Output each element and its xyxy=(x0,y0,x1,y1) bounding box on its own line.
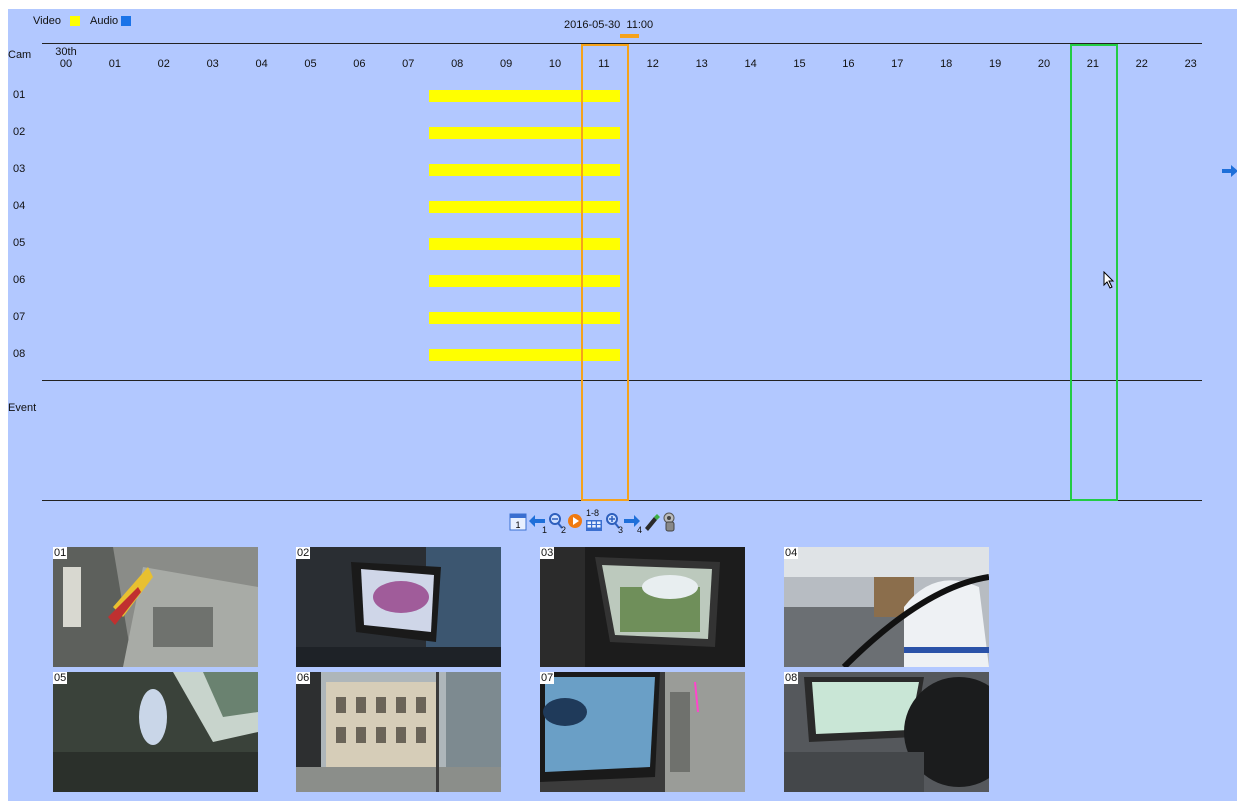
cam-label-07: 07 xyxy=(13,311,26,323)
tools-icon xyxy=(663,512,675,532)
camera-thumbnail-08[interactable]: 08 xyxy=(784,672,989,792)
legend-video-label: Video xyxy=(33,15,61,27)
cam-label-05: 05 xyxy=(13,237,26,249)
calendar-icon: 1 xyxy=(509,513,527,531)
svg-text:1: 1 xyxy=(515,520,520,530)
hour-label-16[interactable]: 16 xyxy=(833,58,863,70)
grid-sub: 1-8 xyxy=(586,508,600,518)
calendar-button[interactable]: 1 xyxy=(509,510,527,534)
hour-label-02[interactable]: 02 xyxy=(149,58,179,70)
hour-label-14[interactable]: 14 xyxy=(736,58,766,70)
play-icon xyxy=(568,514,582,528)
camera-thumbnail-05[interactable]: 05 xyxy=(53,672,258,792)
camera-thumbnail-03[interactable]: 03 xyxy=(540,547,745,667)
legend-audio-swatch xyxy=(121,16,131,26)
hour-label-20[interactable]: 20 xyxy=(1029,58,1059,70)
hour-label-07[interactable]: 07 xyxy=(393,58,423,70)
next-day-arrow-icon[interactable] xyxy=(1222,164,1237,178)
hour-label-13[interactable]: 13 xyxy=(687,58,717,70)
thumbnail-number: 06 xyxy=(296,672,311,684)
thumbnail-number: 07 xyxy=(540,672,555,684)
event-label: Event xyxy=(8,402,37,414)
thumbnail-number: 04 xyxy=(784,547,799,559)
cam-label-04: 04 xyxy=(13,200,26,212)
zoom-out-button[interactable]: 2 xyxy=(547,510,566,535)
legend-audio-label: Audio xyxy=(90,15,119,27)
hour-label-23[interactable]: 23 xyxy=(1176,58,1206,70)
hour-label-17[interactable]: 17 xyxy=(882,58,912,70)
cam-label-01: 01 xyxy=(13,89,26,101)
usb-backup-icon xyxy=(645,514,660,531)
cam-label-02: 02 xyxy=(13,126,26,138)
hour-label-04[interactable]: 04 xyxy=(247,58,277,70)
thumbnail-number: 03 xyxy=(540,547,555,559)
legend-video-swatch xyxy=(70,16,80,26)
thumbnail-number: 02 xyxy=(296,547,311,559)
camera-thumbnail-02[interactable]: 02 xyxy=(296,547,501,667)
backup-button[interactable] xyxy=(642,510,660,534)
cam-header: Cam xyxy=(8,49,32,61)
hour-label-08[interactable]: 08 xyxy=(442,58,472,70)
current-date: 2016-05-30 xyxy=(564,19,621,31)
play-button[interactable] xyxy=(566,510,584,534)
day-label: 30th xyxy=(55,46,77,58)
hour-label-19[interactable]: 19 xyxy=(980,58,1010,70)
current-datetime: 2016-05-30 11:00 xyxy=(564,19,653,31)
hour-label-12[interactable]: 12 xyxy=(638,58,668,70)
next-button[interactable]: 4 xyxy=(623,510,642,535)
thumbnail-number: 05 xyxy=(53,672,68,684)
hour-label-18[interactable]: 18 xyxy=(931,58,961,70)
time-position-marker[interactable] xyxy=(620,34,639,38)
cam-label-08: 08 xyxy=(13,348,26,360)
hour-label-01[interactable]: 01 xyxy=(100,58,130,70)
selected-hour-box[interactable] xyxy=(580,44,629,501)
cam-label-06: 06 xyxy=(13,274,26,286)
thumbnail-number: 01 xyxy=(53,547,68,559)
hour-label-06[interactable]: 06 xyxy=(344,58,374,70)
mouse-cursor-icon xyxy=(1103,271,1115,289)
camera-thumbnail-06[interactable]: 06 xyxy=(296,672,501,792)
zoom-in-button[interactable]: 3 xyxy=(604,510,623,535)
tools-button[interactable] xyxy=(661,510,679,534)
camera-thumbnail-04[interactable]: 04 xyxy=(784,547,989,667)
camera-thumbnail-07[interactable]: 07 xyxy=(540,672,745,792)
hour-label-03[interactable]: 03 xyxy=(198,58,228,70)
playback-timeline-panel: Video Audio 2016-05-30 11:00 Cam 30th 00… xyxy=(8,9,1237,801)
hour-label-09[interactable]: 09 xyxy=(491,58,521,70)
hour-label-00[interactable]: 00 xyxy=(51,58,81,70)
hour-label-22[interactable]: 22 xyxy=(1127,58,1157,70)
hour-label-05[interactable]: 05 xyxy=(296,58,326,70)
thumbnail-number: 08 xyxy=(784,672,799,684)
playback-toolbar: 1 1 2 1-8 3 4 xyxy=(509,508,679,536)
hour-label-10[interactable]: 10 xyxy=(540,58,570,70)
current-time: 11:00 xyxy=(626,19,654,31)
camera-thumbnail-01[interactable]: 01 xyxy=(53,547,258,667)
hour-label-15[interactable]: 15 xyxy=(785,58,815,70)
grid-layout-button[interactable]: 1-8 xyxy=(585,508,603,534)
prev-button[interactable]: 1 xyxy=(528,510,547,535)
cam-label-03: 03 xyxy=(13,163,26,175)
